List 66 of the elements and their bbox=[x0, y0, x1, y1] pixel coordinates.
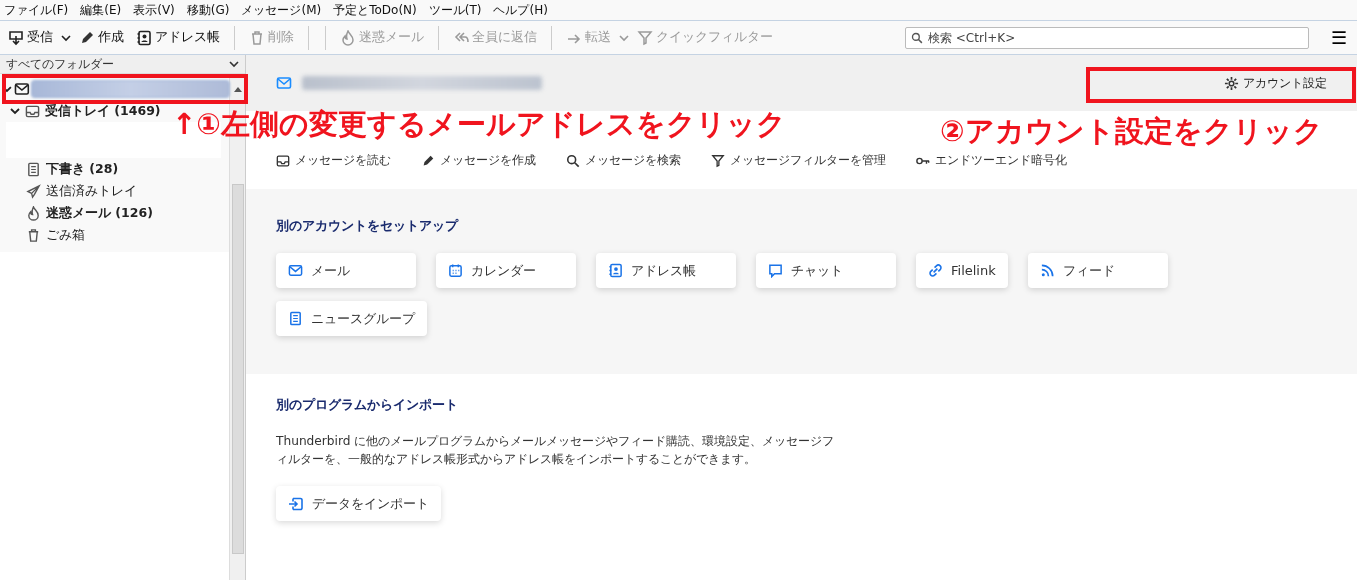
chevron-down-icon[interactable] bbox=[61, 32, 71, 43]
setup-button[interactable]: チャット bbox=[756, 253, 896, 288]
annotation-text: ②アカウント設定をクリック bbox=[940, 117, 1323, 146]
setup-button[interactable]: ニュースグループ bbox=[276, 301, 427, 336]
pencil-icon bbox=[421, 153, 435, 168]
envelope-icon bbox=[13, 81, 30, 97]
section-heading: 別のアカウントをセットアップ bbox=[276, 217, 460, 235]
menu-item[interactable]: 予定とToDo(N) bbox=[333, 1, 417, 19]
inbox-icon bbox=[25, 103, 40, 119]
link-icon bbox=[928, 263, 943, 278]
setup-button[interactable]: Filelink bbox=[916, 253, 1008, 288]
search-icon bbox=[566, 153, 580, 168]
folder-item[interactable]: 迷惑メール (126) bbox=[0, 202, 229, 224]
trash-icon bbox=[26, 227, 41, 243]
scroll-up-icon[interactable] bbox=[233, 86, 242, 92]
annotation-text: ↑①左側の変更するメールアドレスをクリック bbox=[172, 110, 786, 139]
import-button[interactable]: データをインポート bbox=[276, 486, 441, 521]
flame-icon bbox=[340, 29, 356, 46]
paper-plane-icon bbox=[26, 183, 41, 199]
chevron-down-icon[interactable] bbox=[229, 60, 239, 68]
description-text: Thunderbird に他のメールプログラムからメールメッセージやフィード購読、環境設定、メッセージフィルターを、一般的なアドレス帳形式からアドレス帳をインポートすることができます。 bbox=[276, 433, 836, 468]
menu-item[interactable]: ヘルプ(H) bbox=[493, 1, 548, 19]
address-book-icon bbox=[608, 263, 623, 278]
folder-item[interactable]: 送信済みトレイ bbox=[0, 180, 229, 202]
inbox-icon bbox=[276, 153, 290, 168]
filter-icon bbox=[637, 29, 653, 46]
document-icon bbox=[288, 311, 303, 326]
chevron-down-icon[interactable] bbox=[10, 106, 20, 116]
menu-item[interactable]: 編集(E) bbox=[80, 1, 122, 19]
section-heading: 別のプログラムからインポート bbox=[276, 396, 459, 414]
action-link[interactable]: メッセージフィルターを管理 bbox=[711, 152, 886, 169]
calendar-icon bbox=[448, 263, 463, 278]
flame-icon bbox=[26, 205, 41, 221]
action-link[interactable]: メッセージを作成 bbox=[421, 152, 536, 169]
toolbar-button[interactable]: アドレス帳 bbox=[132, 26, 224, 49]
filter-icon bbox=[711, 153, 725, 168]
settings-icon bbox=[1224, 75, 1239, 91]
menu-item[interactable]: メッセージ(M) bbox=[241, 1, 322, 19]
import-icon bbox=[288, 495, 304, 512]
menu-item[interactable]: 表示(V) bbox=[133, 1, 175, 19]
setup-button[interactable]: メール bbox=[276, 253, 416, 288]
action-link[interactable]: エンドツーエンド暗号化 bbox=[916, 152, 1067, 169]
address-book-icon bbox=[136, 29, 152, 46]
setup-button[interactable]: フィード bbox=[1027, 253, 1168, 288]
menu-item[interactable]: ツール(T) bbox=[428, 1, 482, 19]
chat-bubble-icon bbox=[768, 263, 783, 278]
toolbar-button[interactable]: 作成 bbox=[75, 26, 128, 49]
envelope-icon bbox=[276, 75, 292, 91]
pencil-icon bbox=[79, 29, 95, 46]
document-icon bbox=[26, 161, 41, 177]
scrollbar-thumb[interactable] bbox=[231, 184, 244, 554]
folder-item[interactable]: ごみ箱 bbox=[0, 224, 229, 246]
toolbar-button[interactable]: 受信 bbox=[4, 26, 57, 49]
setup-button[interactable]: カレンダー bbox=[436, 253, 576, 288]
trash-icon bbox=[249, 29, 265, 46]
menu-item[interactable]: 移動(G) bbox=[186, 1, 230, 19]
folder-item[interactable]: 下書き (28) bbox=[0, 158, 229, 180]
action-link[interactable]: メッセージを読む bbox=[276, 152, 391, 169]
envelope-icon bbox=[288, 263, 303, 278]
search-field[interactable]: 検索 <Ctrl+K> bbox=[905, 26, 1309, 49]
download-icon bbox=[8, 29, 24, 46]
rss-icon bbox=[1039, 263, 1055, 278]
account-settings-button[interactable]: アカウント設定 bbox=[1212, 68, 1339, 98]
setup-button[interactable]: アドレス帳 bbox=[596, 253, 736, 288]
action-link[interactable]: メッセージを検索 bbox=[566, 152, 681, 169]
menu-item[interactable]: ファイル(F) bbox=[4, 1, 69, 19]
